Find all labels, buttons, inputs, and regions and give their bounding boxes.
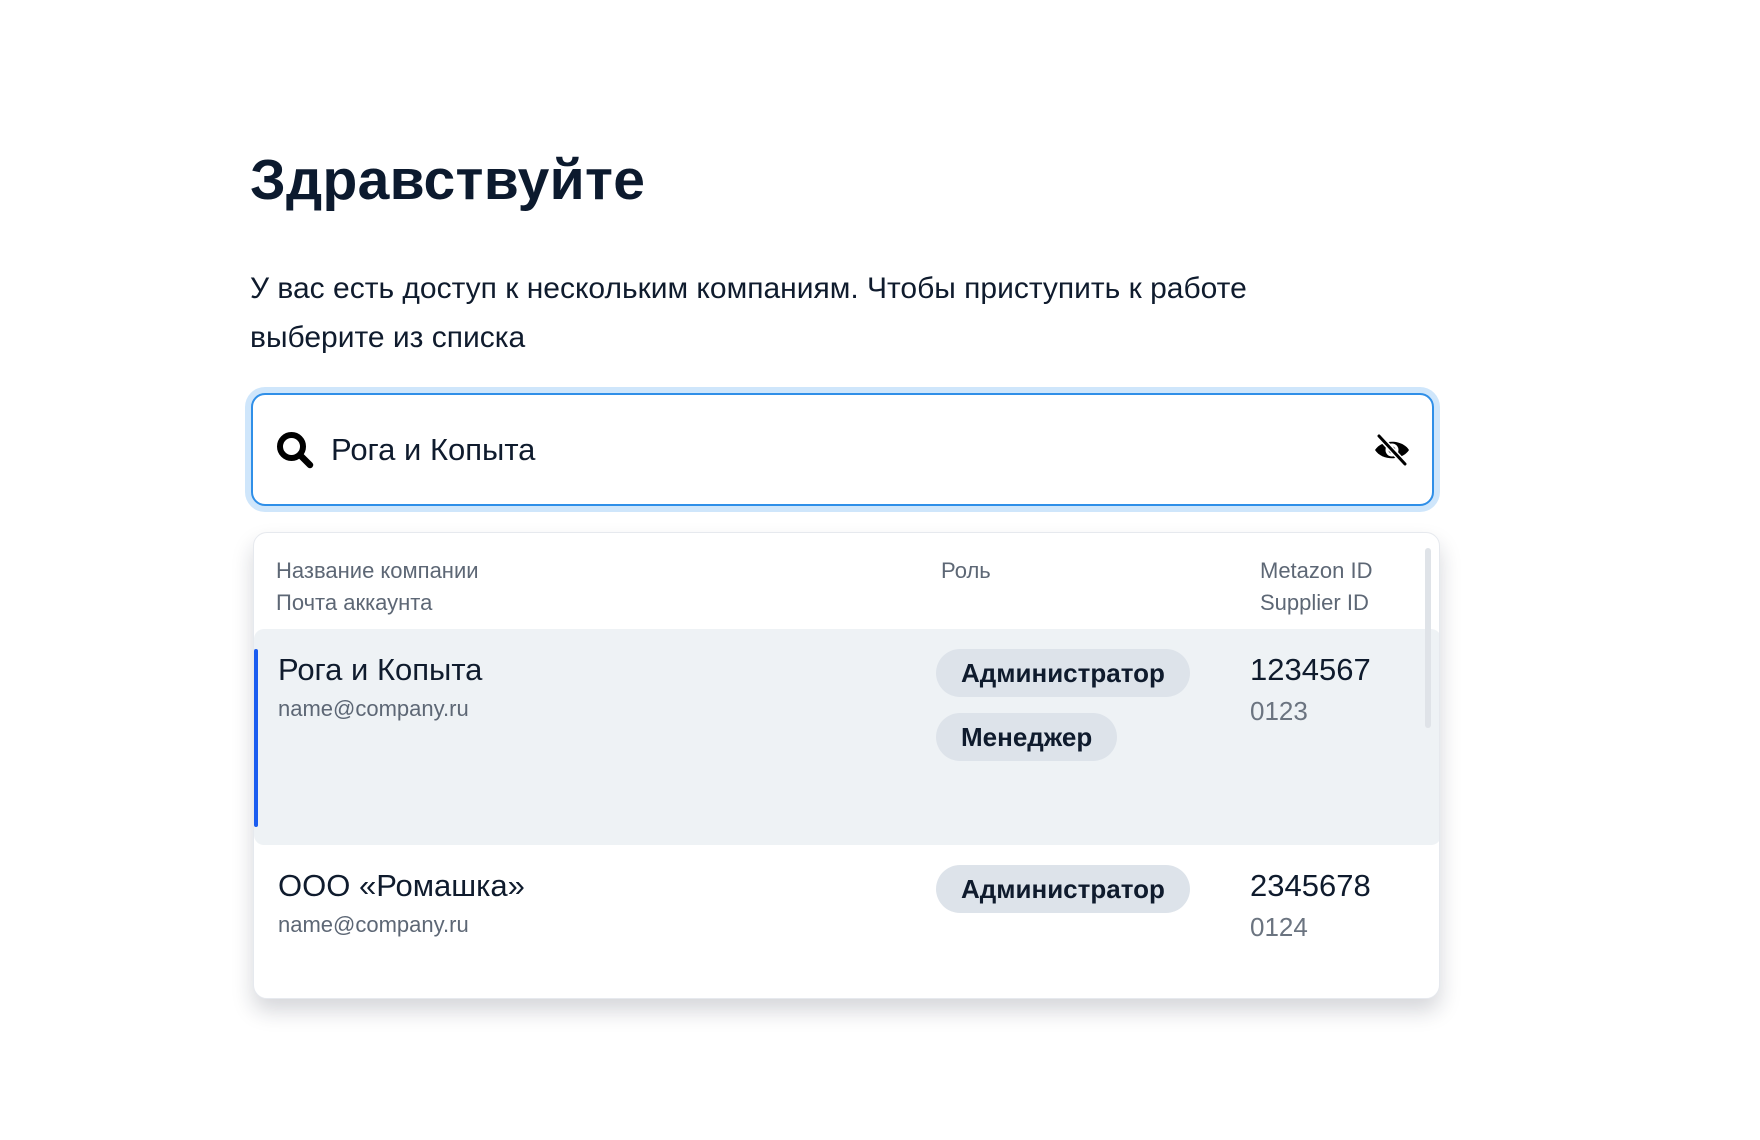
company-row[interactable]: Рога и Копыта name@company.ru Администра…: [254, 629, 1439, 845]
search-input[interactable]: [331, 431, 1372, 468]
header-metazon-id: Metazon ID: [1260, 558, 1373, 583]
company-email: name@company.ru: [278, 696, 469, 721]
metazon-id: 2345678: [1250, 868, 1371, 903]
role-badge: Администратор: [936, 865, 1190, 913]
scrollbar[interactable]: [1425, 548, 1431, 728]
eye-off-icon[interactable]: [1372, 430, 1412, 470]
header-supplier-id: Supplier ID: [1260, 590, 1369, 615]
search-focus-ring: [245, 387, 1440, 512]
header-role: Роль: [941, 558, 991, 583]
metazon-id: 1234567: [1250, 652, 1371, 687]
company-email: name@company.ru: [278, 912, 469, 937]
company-name: Рога и Копыта: [278, 652, 483, 687]
company-name: ООО «Ромашка»: [278, 868, 525, 903]
role-badge: Менеджер: [936, 713, 1118, 761]
supplier-id: 0123: [1250, 696, 1308, 726]
page-title: Здравствуйте: [250, 148, 646, 212]
supplier-id: 0124: [1250, 912, 1308, 942]
company-select-page: Здравствуйте У вас есть доступ к несколь…: [245, 140, 1445, 999]
selected-indicator: [254, 649, 258, 827]
company-row[interactable]: ООО «Ромашка» name@company.ru Администра…: [254, 845, 1439, 985]
company-dropdown: Название компании Почта аккаунта Роль Me…: [253, 532, 1440, 999]
role-badge: Администратор: [936, 649, 1190, 697]
header-account-email: Почта аккаунта: [276, 590, 433, 615]
search-icon: [277, 431, 314, 468]
search-field[interactable]: [251, 393, 1434, 506]
page-subtitle: У вас есть доступ к нескольким компаниям…: [250, 272, 1247, 354]
header-company-name: Название компании: [276, 558, 479, 583]
